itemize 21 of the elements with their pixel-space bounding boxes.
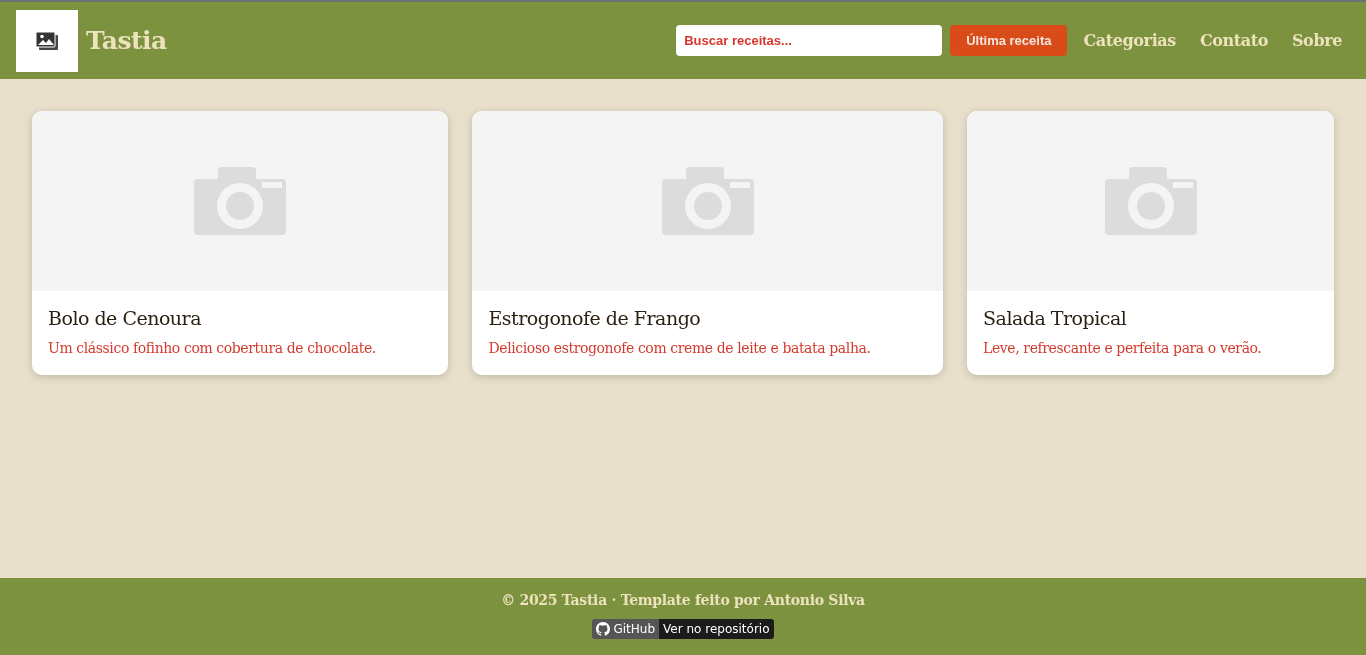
latest-recipe-button[interactable]: Última receita <box>950 25 1068 56</box>
site-title[interactable]: Tastia <box>86 21 167 60</box>
card-description: Um clássico fofinho com cobertura de chocolate. <box>48 338 377 358</box>
image-icon <box>35 30 59 51</box>
nav-link[interactable]: Categorias <box>1083 28 1176 53</box>
card-title: Salada Tropical <box>983 307 1128 330</box>
camera-icon <box>1104 167 1197 235</box>
footer-text: © 2025 Tastia · Template feito por Antonio Silva <box>500 591 866 610</box>
nav-link[interactable]: Contato <box>1199 28 1268 53</box>
camera-icon <box>194 167 287 235</box>
card-description: Leve, refrescante e perfeita para o verão. <box>983 338 1263 358</box>
card-title: Bolo de Cenoura <box>48 307 202 330</box>
camera-icon <box>661 167 754 235</box>
recipe-card[interactable]: Bolo de Cenoura Um clássico fofinho com cobertura de chocolate. <box>32 111 449 375</box>
recipe-card[interactable]: Salada Tropical Leve, refrescante e perfeita para o verão. <box>967 111 1334 375</box>
nav-link[interactable]: Sobre <box>1291 28 1342 53</box>
logo-icon <box>596 622 611 636</box>
recipe-card[interactable]: Estrogonofe de Frango Delicioso estrogonofe com creme de leite e batata palha. <box>472 111 944 375</box>
search-field[interactable]: Buscar receitas... <box>676 25 943 56</box>
card-title: Estrogonofe de Frango <box>488 307 702 330</box>
card-description: Delicioso estrogonofe com creme de leite e batata palha. <box>488 338 872 358</box>
